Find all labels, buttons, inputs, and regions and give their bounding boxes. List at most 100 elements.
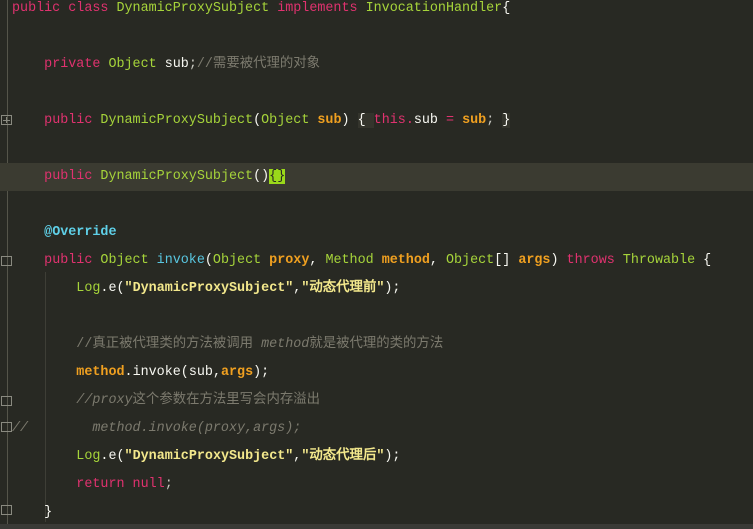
code-token: {	[357, 113, 374, 128]
code-token: ,	[309, 253, 326, 268]
code-token: ,	[429, 253, 446, 268]
code-token: Object	[445, 253, 495, 268]
code-token: 这个参数在方法里写会内存溢出	[132, 393, 321, 408]
code-token: {	[502, 1, 511, 16]
code-line[interactable]: }	[0, 499, 753, 527]
code-token: 就是被代理的类的方法	[309, 337, 444, 352]
code-token: {}	[269, 169, 286, 184]
code-token: public	[12, 1, 69, 16]
code-text: }	[12, 499, 52, 527]
code-token: sub	[317, 113, 342, 128]
code-token: invoke	[132, 365, 181, 380]
code-text: // method.invoke(proxy,args);	[12, 415, 301, 443]
code-token: =	[446, 113, 463, 128]
code-token: //需要被代理的对象	[196, 57, 321, 72]
code-token: );	[384, 449, 401, 464]
code-token: method	[261, 337, 310, 352]
code-token: sub	[188, 365, 213, 380]
code-token: @Override	[44, 225, 117, 240]
code-token: Log	[76, 281, 101, 296]
code-line[interactable]: public DynamicProxySubject(Object sub) {…	[0, 107, 753, 135]
code-text: method.invoke(sub,args);	[12, 359, 269, 387]
code-token: "动态代理前"	[301, 281, 385, 296]
code-line[interactable]: Log.e("DynamicProxySubject","动态代理后");	[0, 443, 753, 471]
code-token: null	[132, 477, 165, 492]
code-token: return	[76, 477, 133, 492]
code-line[interactable]: // method.invoke(proxy,args);	[0, 415, 753, 443]
code-line[interactable]: Log.e("DynamicProxySubject","动态代理前");	[0, 275, 753, 303]
code-token: public	[44, 169, 101, 184]
code-token: (	[116, 449, 125, 464]
code-text: Log.e("DynamicProxySubject","动态代理前");	[12, 275, 400, 303]
code-token: DynamicProxySubject	[100, 113, 254, 128]
code-token: sub	[164, 57, 189, 72]
code-token: class	[68, 1, 117, 16]
code-line[interactable]: //真正被代理类的方法被调用 method就是被代理的类的方法	[0, 331, 753, 359]
code-token: proxy	[269, 253, 310, 268]
code-token: Object	[108, 57, 165, 72]
code-token: InvocationHandler	[365, 1, 503, 16]
code-token: Throwable	[622, 253, 704, 268]
code-token: private	[44, 57, 109, 72]
code-text: return null;	[12, 471, 173, 499]
code-token: {	[703, 253, 712, 268]
code-line[interactable]: return null;	[0, 471, 753, 499]
code-line[interactable]: public class DynamicProxySubject impleme…	[0, 0, 753, 23]
code-token: //	[12, 421, 93, 436]
code-token: "DynamicProxySubject"	[124, 281, 294, 296]
code-token: Object	[212, 253, 270, 268]
code-token: }	[502, 113, 511, 128]
code-token: ;	[164, 477, 173, 492]
code-token: DynamicProxySubject	[100, 169, 254, 184]
code-token: //proxy	[76, 393, 133, 408]
code-text: @Override	[12, 219, 116, 247]
code-token: args	[518, 253, 551, 268]
code-token: implements	[277, 1, 366, 16]
code-token: Method	[325, 253, 382, 268]
code-token: "动态代理后"	[301, 449, 385, 464]
code-line[interactable]: public Object invoke(Object proxy, Metho…	[0, 247, 753, 275]
code-token: invoke	[156, 253, 205, 268]
code-token: method	[381, 253, 430, 268]
code-line-current[interactable]: public DynamicProxySubject(){}	[0, 163, 753, 191]
code-token: method	[76, 365, 125, 380]
code-token: (	[253, 113, 262, 128]
code-text: Log.e("DynamicProxySubject","动态代理后");	[12, 443, 400, 471]
code-token: Object	[261, 113, 318, 128]
code-text: //真正被代理类的方法被调用 method就是被代理的类的方法	[12, 331, 443, 359]
code-token: public	[44, 113, 101, 128]
code-token: }	[44, 505, 53, 520]
code-token: ,	[212, 365, 221, 380]
code-editor[interactable]: public class DynamicProxySubject impleme…	[0, 0, 753, 524]
code-token: method.invoke(proxy,args);	[92, 421, 302, 436]
code-line[interactable]: private Object sub;//需要被代理的对象	[0, 51, 753, 79]
code-line[interactable]: @Override	[0, 219, 753, 247]
code-token: //真正被代理类的方法被调用	[76, 337, 262, 352]
code-token: ()	[253, 169, 270, 184]
code-token: )	[550, 253, 567, 268]
code-text: public Object invoke(Object proxy, Metho…	[12, 247, 711, 275]
code-token: (	[180, 365, 189, 380]
code-token: );	[384, 281, 401, 296]
code-token: );	[253, 365, 270, 380]
horizontal-scrollbar[interactable]	[0, 524, 753, 529]
code-token: )	[341, 113, 358, 128]
code-token: ;	[486, 113, 503, 128]
code-line[interactable]: //proxy这个参数在方法里写会内存溢出	[0, 387, 753, 415]
code-text: public DynamicProxySubject(Object sub) {…	[12, 107, 511, 135]
code-token: .	[124, 365, 133, 380]
code-text: public DynamicProxySubject(){}	[12, 163, 286, 191]
code-token: throws	[566, 253, 623, 268]
code-line[interactable]: method.invoke(sub,args);	[0, 359, 753, 387]
